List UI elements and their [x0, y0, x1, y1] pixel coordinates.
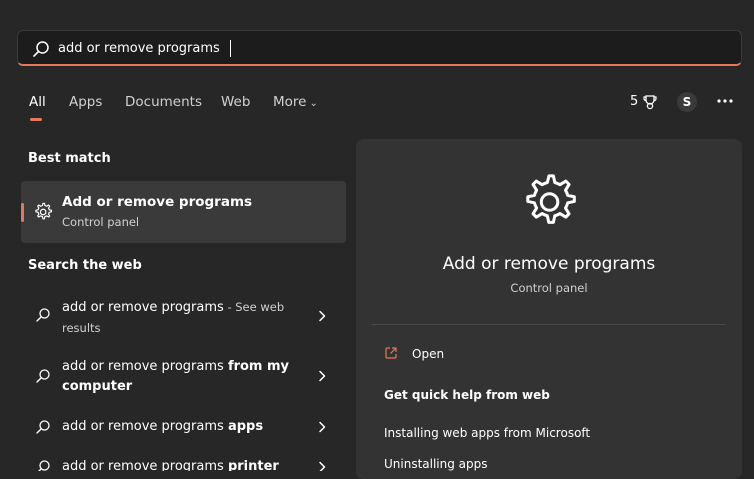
preview-subtitle: Control panel — [510, 281, 588, 295]
rewards-points[interactable]: 5 — [630, 94, 638, 109]
open-action[interactable]: Open — [412, 347, 444, 361]
best-match-title: Add or remove programs — [62, 194, 253, 210]
trophy-icon[interactable] — [642, 94, 658, 110]
more-dots-icon[interactable] — [716, 92, 734, 110]
chevron-right-icon — [319, 461, 326, 471]
query-text: add or remove programs — [62, 419, 228, 434]
web-result-text: add or remove programs printer — [62, 457, 302, 471]
open-external-icon[interactable] — [384, 346, 398, 360]
tab-label: Web — [221, 94, 251, 110]
help-link[interactable]: Installing web apps from Microsoft — [384, 426, 590, 440]
best-match-heading: Best match — [28, 151, 111, 166]
query-completion: printer — [227, 459, 279, 471]
tab-label: Documents — [125, 94, 202, 110]
preview-title: Add or remove programs — [442, 254, 656, 274]
best-match-subtitle: Control panel — [62, 215, 140, 229]
query-completion: apps — [227, 419, 264, 434]
query-text: add or remove programs — [62, 300, 224, 315]
web-result-text: add or remove programs - See web results — [62, 297, 302, 339]
chevron-right-icon — [319, 370, 326, 382]
gear-icon — [526, 174, 576, 224]
tab-more[interactable]: More ⌄ — [273, 94, 318, 110]
search-icon — [36, 308, 50, 322]
search-icon — [36, 420, 50, 434]
tab-label: All — [29, 94, 46, 110]
text-caret — [230, 40, 231, 57]
query-text: add or remove programs — [62, 459, 228, 471]
search-icon — [36, 369, 50, 383]
web-result-item[interactable]: add or remove programs from my computer — [21, 356, 346, 398]
tab-web[interactable]: Web — [221, 94, 250, 110]
web-result-text: add or remove programs apps — [62, 417, 302, 437]
preview-panel: Add or remove programs Control panel Ope… — [356, 139, 742, 479]
web-result-text: add or remove programs from my computer — [62, 357, 302, 397]
search-icon — [33, 41, 49, 57]
quick-help-heading: Get quick help from web — [384, 388, 550, 402]
selection-indicator — [21, 203, 24, 222]
web-result-item[interactable]: add or remove programs - See web results — [21, 296, 346, 338]
tab-label: Apps — [69, 94, 103, 110]
tab-label: More — [273, 94, 307, 110]
tab-apps[interactable]: Apps — [69, 94, 102, 110]
query-text: add or remove programs — [62, 359, 228, 374]
chevron-down-icon: ⌄ — [309, 98, 318, 109]
search-icon — [38, 460, 50, 471]
help-link[interactable]: Uninstalling apps — [384, 457, 488, 471]
search-input[interactable] — [58, 38, 718, 58]
gear-icon — [35, 202, 53, 220]
search-web-heading: Search the web — [28, 258, 142, 273]
tab-all[interactable]: All — [29, 94, 46, 121]
divider — [372, 324, 726, 325]
web-result-item[interactable]: add or remove programs printer — [21, 455, 346, 471]
chevron-right-icon — [319, 421, 326, 433]
search-box[interactable] — [17, 30, 742, 66]
avatar-initial: S — [682, 95, 692, 109]
chevron-right-icon — [319, 310, 326, 322]
avatar[interactable]: S — [677, 92, 697, 112]
active-tab-indicator — [30, 118, 42, 121]
best-match-result[interactable]: Add or remove programs Control panel — [21, 181, 346, 243]
web-result-item[interactable]: add or remove programs apps — [21, 416, 346, 440]
tab-documents[interactable]: Documents — [125, 94, 202, 110]
